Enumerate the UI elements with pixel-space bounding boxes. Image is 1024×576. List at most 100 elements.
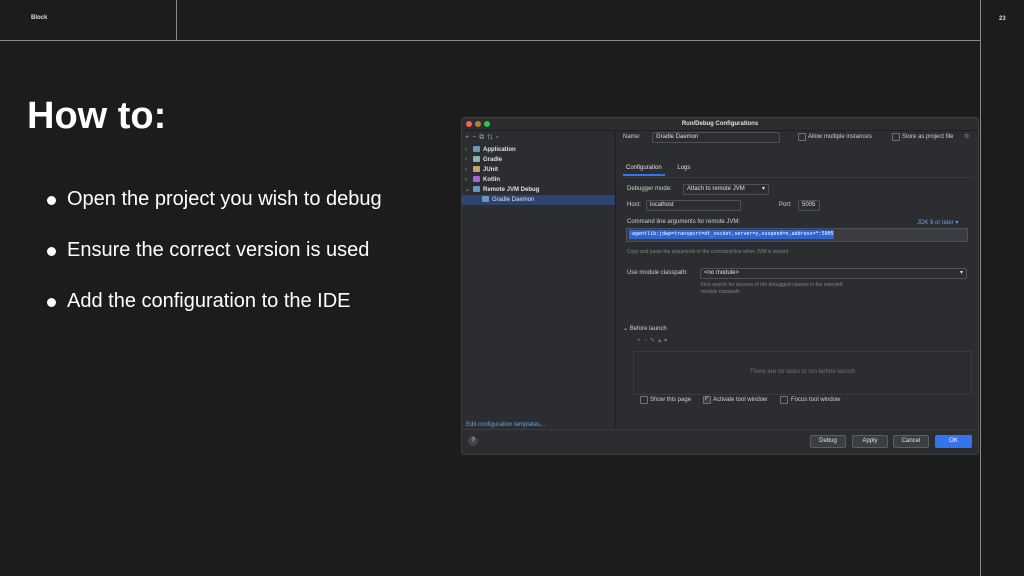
page-number: 23 (999, 16, 1006, 22)
debugger-mode-label: Debugger mode: (627, 186, 672, 192)
cmd-args-label: Command line arguments for remote JVM: (627, 219, 741, 225)
tree-item-label: Gradle (483, 157, 503, 163)
ok-button[interactable]: OK (935, 435, 972, 448)
help-button[interactable]: ? (468, 436, 478, 446)
chevron-right-icon: › (465, 157, 467, 163)
edit-templates-link[interactable]: Edit configuration templates... (466, 422, 545, 428)
config-tabs: Configuration Logs (623, 163, 701, 176)
tree-item-gradle-daemon[interactable]: Gradle Daemon (462, 195, 615, 205)
junit-icon (473, 166, 480, 172)
tree-item-kotlin[interactable]: › Kotlin (462, 175, 615, 185)
before-launch-list: There are no tasks to run before launch (633, 351, 972, 395)
bullet-list: Open the project you wish to debug Ensur… (46, 188, 382, 341)
allow-multiple-checkbox[interactable] (798, 133, 806, 141)
show-page-checkbox[interactable] (640, 396, 648, 404)
activate-tool-label: Activate tool window (713, 397, 768, 403)
chevron-right-icon: › (465, 167, 467, 173)
module-value: <no module> (704, 270, 740, 276)
chevron-down-icon: ⌄ (623, 326, 629, 332)
gradle-icon (473, 156, 480, 162)
module-hint-line-2: module classpath (701, 289, 740, 295)
tree-item-label: JUnit (483, 167, 498, 173)
copy-icon[interactable]: ⧉ (479, 134, 487, 141)
slide-title: How to: (27, 95, 167, 137)
before-launch-toolbar: +−✎▴▾ (637, 337, 670, 344)
before-launch-empty-text: There are no tasks to run before launch (749, 369, 856, 375)
checkmark-icon: ✓ (704, 396, 710, 402)
tree-item-junit[interactable]: › JUnit (462, 165, 615, 175)
port-input[interactable]: 5005 (798, 200, 820, 211)
tab-configuration[interactable]: Configuration (623, 163, 665, 176)
config-sidebar: +−⧉⇅▫ › Application › Gradle › JUnit › Kotli… (462, 131, 616, 430)
config-main: Name: Gradle Daemon Allow multiple insta… (617, 131, 978, 430)
allow-multiple-label: Allow multiple instances (808, 134, 872, 140)
tree-item-label: Remote JVM Debug (483, 187, 540, 193)
activate-tool-checkbox[interactable]: ✓ (703, 396, 711, 404)
tree-item-label: Gradle Daemon (492, 197, 535, 203)
bullet-text: Add the configuration to the IDE (67, 290, 351, 312)
before-launch-label: Before launch (629, 326, 667, 332)
bullet-item: Open the project you wish to debug (46, 188, 382, 239)
tree-item-application[interactable]: › Application (462, 145, 615, 155)
name-input[interactable]: Gradle Daemon (652, 132, 780, 143)
tree-item-remote-jvm-debug[interactable]: ⌄ Remote JVM Debug (462, 185, 615, 195)
top-vertical-divider (176, 0, 177, 41)
jdk-version-label: JDK 9 or later (917, 220, 954, 226)
chevron-down-icon: ▾ (959, 270, 963, 276)
remote-debug-icon (482, 196, 489, 202)
host-label: Host: (627, 202, 642, 208)
folder-icon[interactable]: ▫ (496, 134, 501, 141)
bullet-icon (47, 298, 56, 307)
sidebar-toolbar: +−⧉⇅▫ (465, 134, 501, 142)
module-select[interactable]: <no module> ▾ (700, 268, 967, 279)
chevron-right-icon: › (465, 147, 467, 153)
name-label: Name: (623, 134, 641, 140)
right-vertical-divider (980, 0, 981, 576)
tree-item-gradle[interactable]: › Gradle (462, 155, 615, 165)
chevron-right-icon: › (465, 177, 467, 183)
kotlin-icon (473, 176, 480, 182)
chevron-down-icon: ⌄ (465, 187, 471, 193)
cmd-args-value: -agentlib:jdwp=transport=dt_socket,serve… (629, 230, 834, 239)
remote-debug-icon (473, 186, 480, 192)
top-horizontal-divider (0, 40, 980, 41)
store-as-file-checkbox[interactable] (892, 133, 900, 141)
module-hint-line-1: First search for sources of the debugged… (701, 282, 843, 288)
tab-logs[interactable]: Logs (674, 163, 693, 174)
before-launch-toggle[interactable]: ⌄ Before launch (623, 325, 667, 332)
config-tree: › Application › Gradle › JUnit › Kotlin ⌄ Rem… (462, 145, 615, 205)
slide-logo: Block (31, 15, 48, 21)
bullet-text: Ensure the correct version is used (67, 239, 370, 261)
module-label: Use module classpath: (627, 270, 688, 276)
bullet-icon (47, 196, 56, 205)
show-page-label: Show this page (650, 397, 692, 403)
tree-item-label: Application (483, 147, 516, 153)
focus-tool-checkbox[interactable] (780, 396, 788, 404)
jdk-version-link[interactable]: JDK 9 or later ▾ (917, 219, 958, 226)
bullet-text: Open the project you wish to debug (67, 188, 382, 210)
host-input[interactable]: localhost (646, 200, 741, 211)
tree-item-label: Kotlin (483, 177, 500, 183)
dialog-footer: ? Debug Apply Cancel OK (462, 429, 978, 454)
debugger-mode-value: Attach to remote JVM (687, 186, 745, 192)
chevron-down-icon: ▾ (761, 186, 765, 192)
edit-task-icon[interactable]: ✎ (650, 338, 658, 344)
debugger-mode-select[interactable]: Attach to remote JVM ▾ (683, 184, 769, 195)
configuration-panel: Debugger mode: Attach to remote JVM ▾ Hos… (621, 177, 974, 323)
cmd-args-field[interactable]: -agentlib:jdwp=transport=dt_socket,serve… (626, 228, 968, 242)
sort-icon[interactable]: ⇅ (487, 134, 496, 141)
dialog-titlebar: Run/Debug Configurations (462, 118, 978, 131)
cancel-button[interactable]: Cancel (893, 435, 929, 448)
port-label: Port: (779, 202, 792, 208)
move-down-icon[interactable]: ▾ (664, 338, 670, 344)
focus-tool-label: Focus tool window (791, 397, 841, 403)
bullet-item: Add the configuration to the IDE (46, 290, 382, 341)
cmd-args-hint: Copy and paste the arguments to the comm… (627, 249, 789, 255)
gear-icon[interactable]: ⚙ (964, 133, 969, 140)
store-as-file-label: Store as project file (902, 134, 954, 140)
debug-button[interactable]: Debug (810, 435, 846, 448)
dialog-title: Run/Debug Configurations (681, 121, 759, 127)
bullet-icon (47, 247, 56, 256)
bullet-item: Ensure the correct version is used (46, 239, 382, 290)
apply-button[interactable]: Apply (852, 435, 888, 448)
